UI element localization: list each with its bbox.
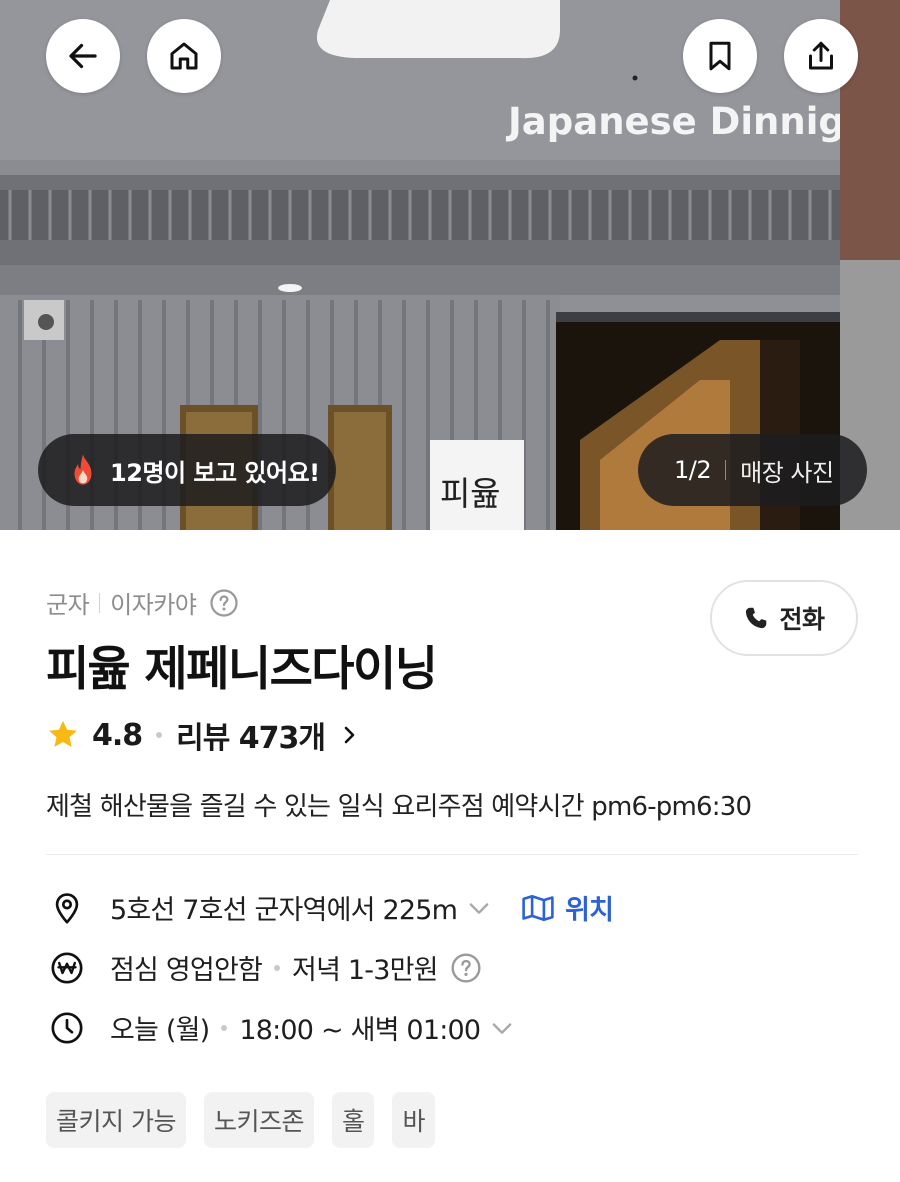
home-button[interactable] [147,19,221,93]
region-label: 군자 [46,591,90,619]
location-pin-icon [55,892,79,924]
home-icon [170,42,198,70]
viewing-count-badge: 12명이 보고 있어요! [38,434,336,506]
photo-counter-divider [725,460,727,480]
hero-photo[interactable]: Japanese Dinnig 피윮 12명이 보고 있어요! 1/2 매장 사… [0,0,900,530]
door-sign-text: 피윮 [440,474,501,513]
tag-no-kids-zone[interactable]: 노키즈존 [203,1092,314,1148]
category-label: 이자카야 [110,591,197,619]
help-icon[interactable] [450,952,482,984]
place-description: 제철 해산물을 즐길 수 있는 일식 요리주점 예약시간 pm6-pm6:30 [46,792,752,822]
price-row: 점심 영업안함 저녁 1-3만원 [46,948,482,987]
back-button[interactable] [46,19,120,93]
won-icon [51,951,83,984]
map-icon [522,894,554,921]
photo-counter-badge[interactable]: 1/2 매장 사진 [638,434,867,506]
arrow-left-icon [69,43,97,69]
hours-row[interactable]: 오늘 (월) 18:00 ~ 새벽 01:00 [46,1008,516,1047]
map-label: 위치 [565,895,614,926]
tag-hall[interactable]: 홀 [331,1092,375,1148]
call-button[interactable]: 전화 [710,580,858,656]
viewing-count-text: 12명이 보고 있어요! [110,458,320,487]
rating-value: 4.8 [92,717,143,753]
help-icon[interactable] [209,588,239,618]
clock-icon [51,1011,83,1044]
hours-time: 18:00 ~ 새벽 01:00 [239,1015,481,1046]
photo-category-label: 매장 사진 [740,458,834,487]
lunch-text: 점심 영업안함 [110,955,263,986]
location-text: 5호선 7호선 군자역에서 225m [110,895,458,926]
tag-corkage[interactable]: 콜키지 가능 [46,1092,186,1148]
dinner-text: 저녁 1-3만원 [292,955,438,986]
photo-counter: 1/2 [674,456,712,484]
section-divider [46,854,858,855]
chevron-down-icon[interactable] [465,894,493,922]
fire-icon [74,454,92,485]
feature-tags: 콜키지 가능 노키즈존 홀 바 [46,1092,453,1148]
bookmark-button[interactable] [683,19,757,93]
share-icon [809,41,833,70]
phone-icon [746,607,767,629]
call-label: 전화 [779,605,825,634]
share-button[interactable] [784,19,858,93]
place-name: 피윮 제페니즈다이닝 [46,642,438,697]
sign-text: Japanese Dinnig [505,100,845,143]
rating-dot [156,732,163,738]
hours-day: 오늘 (월) [110,1015,210,1046]
hours-dot [221,1024,228,1031]
category-divider [99,592,101,613]
tag-bar[interactable]: 바 [392,1092,435,1148]
star-icon [49,720,77,748]
category-line: 군자 이자카야 [46,585,239,620]
price-dot [274,964,281,971]
chevron-right-icon [344,726,355,744]
chevron-down-icon[interactable] [488,1014,516,1042]
rating-line[interactable]: 4.8 리뷰 473개 [46,713,361,757]
location-row: 5호선 7호선 군자역에서 225m 위치 [46,888,614,927]
bookmark-icon [709,41,731,71]
reviews-link[interactable]: 리뷰 473개 [176,713,326,757]
map-location-link[interactable]: 위치 [521,888,614,927]
